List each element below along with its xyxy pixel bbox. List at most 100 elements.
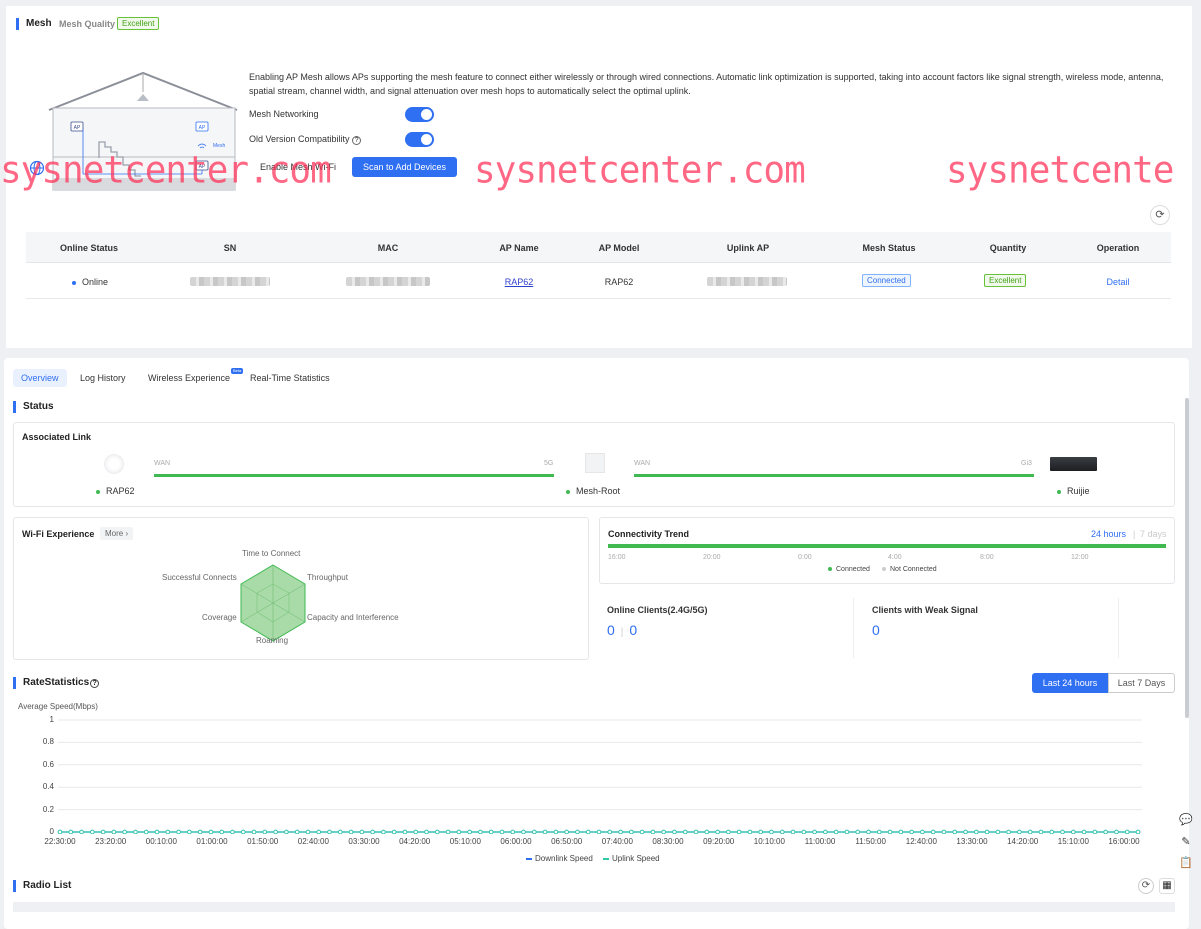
- tab-overview[interactable]: Overview: [13, 369, 67, 387]
- data-point: [316, 829, 321, 834]
- data-point: [1006, 829, 1011, 834]
- data-point: [726, 829, 731, 834]
- status-title: Status: [13, 401, 54, 413]
- data-point: [920, 829, 925, 834]
- refresh-icon[interactable]: ⟳: [1150, 205, 1170, 225]
- col-mesh-status: Mesh Status: [862, 243, 916, 253]
- data-point: [532, 829, 537, 834]
- x-tick-label: 12:40:00: [905, 837, 937, 846]
- data-point: [208, 829, 214, 834]
- clipboard-icon[interactable]: 📋: [1179, 856, 1193, 870]
- radar-axis-time-to-connect: Time to Connect: [242, 549, 301, 558]
- data-point: [930, 829, 936, 834]
- more-button[interactable]: More ›: [100, 527, 134, 540]
- data-point: [553, 829, 559, 834]
- conn-tick: 20:00: [703, 554, 721, 561]
- uplink-ap-cell-blurred: [707, 277, 787, 288]
- data-point: [327, 829, 332, 834]
- data-point: [672, 829, 677, 834]
- data-point: [68, 829, 74, 834]
- x-tick-label: 16:00:00: [1108, 837, 1140, 846]
- illus-ap2: AP: [199, 125, 206, 131]
- grid-view-icon[interactable]: ▦: [1159, 878, 1175, 894]
- last-24-hours-button[interactable]: Last 24 hours: [1032, 673, 1108, 693]
- x-tick-label: 10:10:00: [753, 837, 785, 846]
- card-divider: [1118, 598, 1119, 658]
- data-point: [1049, 829, 1055, 834]
- data-point: [661, 829, 666, 834]
- legend-uplink: Uplink Speed: [603, 854, 660, 863]
- data-point: [391, 829, 397, 834]
- quantity-cell: Excellent: [984, 274, 1027, 287]
- radio-list-table-header: [13, 902, 1175, 912]
- data-point: [618, 829, 623, 834]
- conn-tick: 16:00: [608, 554, 626, 561]
- connectivity-trend-card: [599, 517, 1175, 584]
- data-point: [154, 829, 160, 834]
- tab-real-time-statistics[interactable]: Real-Time Statistics: [242, 369, 338, 387]
- feedback-icon[interactable]: ✎: [1179, 835, 1193, 849]
- data-point: [780, 829, 785, 834]
- weak-signal-value: 0: [872, 622, 880, 638]
- status-dot: [72, 280, 76, 285]
- data-point: [898, 829, 904, 834]
- data-point: [262, 829, 268, 834]
- help-icon[interactable]: ?: [90, 679, 100, 688]
- legend-downlink: Downlink Speed: [526, 854, 593, 863]
- tab-log-history[interactable]: Log History: [72, 369, 134, 387]
- range-7-days[interactable]: 7 days: [1140, 529, 1167, 539]
- x-tick-label: 02:40:00: [297, 837, 329, 846]
- x-tick-label: 07:40:00: [601, 837, 633, 846]
- legend-connected: Connected: [828, 566, 870, 573]
- scrollbar[interactable]: [1185, 398, 1189, 718]
- data-point: [564, 829, 569, 834]
- data-point: [381, 829, 386, 834]
- x-tick-label: 13:30:00: [956, 837, 988, 846]
- data-point: [855, 829, 860, 834]
- data-point: [305, 829, 311, 834]
- data-point: [510, 829, 516, 834]
- detail-link[interactable]: Detail: [1058, 277, 1178, 287]
- radar-axis-coverage: Coverage: [202, 613, 237, 622]
- watermark-text: sysnetcenter.com: [0, 148, 332, 193]
- weak-signal-label: Clients with Weak Signal: [872, 605, 978, 615]
- data-point: [521, 829, 526, 834]
- data-point: [650, 829, 656, 834]
- x-tick-label: 23:20:00: [95, 837, 127, 846]
- mesh-networking-toggle[interactable]: [405, 107, 434, 122]
- data-point: [952, 829, 957, 834]
- radar-axis-roaming: Roaming: [256, 636, 289, 645]
- data-point: [165, 829, 171, 834]
- range-24-hours[interactable]: 24 hours: [1091, 529, 1126, 539]
- tab-wireless-experience[interactable]: Wireless Experience: [140, 369, 238, 387]
- mesh-quality-badge: Excellent: [117, 17, 160, 30]
- x-tick-label: 05:10:00: [449, 837, 481, 846]
- chat-icon[interactable]: 💬: [1179, 813, 1193, 827]
- col-quantity: Quantity: [989, 243, 1027, 253]
- help-icon[interactable]: ?: [352, 136, 362, 145]
- data-point: [909, 829, 914, 834]
- data-point: [995, 829, 1001, 834]
- refresh-icon[interactable]: ⟳: [1138, 878, 1154, 894]
- data-point: [402, 829, 408, 834]
- data-point: [284, 829, 289, 834]
- conn-tick: 12:00: [1071, 554, 1089, 561]
- connectivity-trend-title: Connectivity Trend: [608, 529, 690, 539]
- data-point: [467, 829, 472, 834]
- data-point: [251, 829, 257, 834]
- col-uplink-ap: Uplink AP: [726, 243, 770, 253]
- x-tick-label: 14:20:00: [1007, 837, 1039, 846]
- data-point: [758, 829, 763, 834]
- data-point: [585, 829, 591, 834]
- data-point: [1071, 829, 1076, 834]
- data-point: [596, 829, 602, 834]
- data-point: [542, 829, 548, 834]
- data-point: [359, 829, 365, 834]
- data-point: [197, 829, 203, 834]
- data-point: [187, 829, 192, 834]
- scan-to-add-devices-button[interactable]: Scan to Add Devices: [352, 157, 457, 177]
- data-point: [801, 829, 807, 834]
- old-version-toggle[interactable]: [405, 132, 434, 147]
- link-wan-label-2: WAN: [634, 460, 651, 467]
- last-7-days-button[interactable]: Last 7 Days: [1108, 673, 1175, 693]
